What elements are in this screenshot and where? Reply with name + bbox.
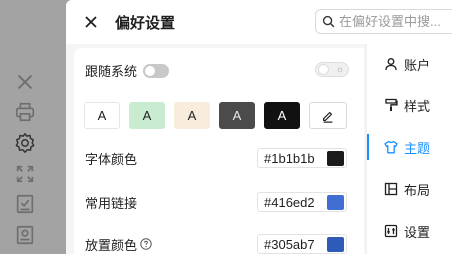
custom-theme-button[interactable] (309, 102, 347, 129)
drop-color-row: 放置颜色 #305ab7 (85, 233, 355, 254)
toggle-knob (318, 64, 329, 75)
follow-system-switch[interactable] (143, 63, 170, 78)
left-toolbar (0, 0, 66, 254)
sun-icon: ☼ (335, 64, 344, 74)
user-icon (385, 58, 397, 71)
color-hex: #416ed2 (264, 194, 315, 210)
theme-swatch-gray[interactable]: A (219, 102, 255, 129)
paint-roller-icon (385, 98, 398, 111)
expand-icon[interactable] (13, 162, 37, 186)
theme-swatches: A A A A A (84, 102, 347, 129)
follow-system-row: 跟随系统 (85, 61, 170, 80)
shirt-icon (384, 140, 398, 154)
print-icon[interactable] (13, 100, 37, 124)
font-color-input[interactable]: #1b1b1b (257, 148, 347, 168)
dark-mode-toggle[interactable]: ☼ (315, 62, 349, 77)
swatch-letter: A (277, 108, 287, 123)
color-chip[interactable] (327, 237, 344, 252)
field-label-text: 放置颜色 (85, 237, 138, 253)
field-label: 放置颜色 (85, 235, 152, 254)
link-color-row: 常用链接 #416ed2 (85, 191, 355, 213)
theme-swatch-black[interactable]: A (264, 102, 300, 129)
font-color-row: 字体颜色 #1b1b1b (85, 147, 355, 169)
settings-nav: 账户 样式 主题 布局 设置 (366, 44, 452, 254)
theme-swatch-white[interactable]: A (84, 102, 120, 129)
search-input[interactable] (339, 14, 452, 29)
drop-color-input[interactable]: #305ab7 (257, 234, 347, 254)
settings-icon (384, 224, 398, 238)
swatch-letter: A (97, 108, 107, 123)
theme-swatch-green[interactable]: A (129, 102, 165, 129)
search-box[interactable] (315, 9, 452, 34)
search-icon (322, 15, 335, 28)
theme-swatch-beige[interactable]: A (174, 102, 210, 129)
layout-icon (384, 182, 398, 196)
gear-icon[interactable] (13, 131, 37, 155)
color-chip[interactable] (327, 195, 344, 210)
nav-item-theme[interactable]: 主题 (367, 130, 452, 164)
preferences-panel: 偏好设置 跟随系统 ☼ A A A A A 字体颜色 #1b1b (66, 0, 452, 254)
nav-label: 布局 (404, 182, 431, 198)
field-label: 字体颜色 (85, 151, 138, 167)
nav-item-layout[interactable]: 布局 (367, 172, 452, 206)
nav-item-settings[interactable]: 设置 (367, 214, 452, 248)
close-icon[interactable] (13, 70, 37, 94)
nav-label: 设置 (404, 224, 431, 240)
nav-label: 主题 (404, 140, 431, 156)
page-title: 偏好设置 (115, 15, 176, 32)
swatch-letter: A (142, 108, 152, 123)
theme-settings: 跟随系统 ☼ A A A A A 字体颜色 #1b1b1b 常用链接 #416e… (74, 48, 364, 254)
help-icon[interactable] (140, 238, 152, 250)
link-color-input[interactable]: #416ed2 (257, 192, 347, 212)
document-icon[interactable] (13, 223, 37, 247)
nav-item-style[interactable]: 样式 (367, 88, 452, 122)
color-hex: #305ab7 (264, 236, 315, 252)
nav-item-account[interactable]: 账户 (367, 47, 452, 81)
pen-icon (323, 111, 333, 123)
panel-header: 偏好设置 (66, 0, 452, 44)
swatch-letter: A (232, 108, 242, 123)
color-chip[interactable] (327, 151, 344, 166)
field-label: 常用链接 (85, 195, 138, 211)
checklist-icon[interactable] (13, 192, 37, 216)
follow-system-label: 跟随系统 (85, 64, 138, 79)
close-icon[interactable] (82, 13, 100, 31)
nav-label: 账户 (404, 57, 431, 73)
nav-label: 样式 (404, 98, 431, 114)
color-hex: #1b1b1b (264, 150, 315, 166)
swatch-letter: A (187, 108, 197, 123)
